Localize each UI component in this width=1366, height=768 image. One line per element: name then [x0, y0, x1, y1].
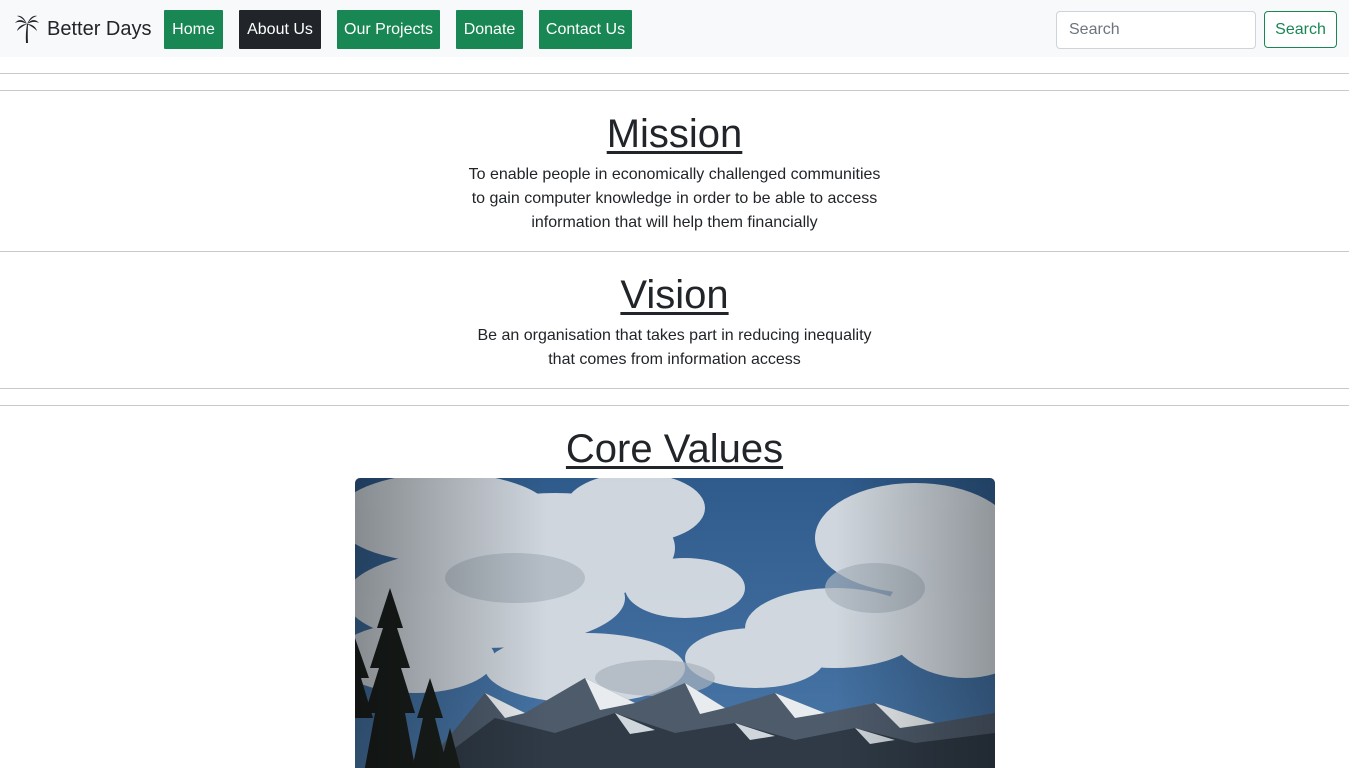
vision-line: Be an organisation that takes part in re… — [477, 327, 872, 344]
nav-our-projects-button[interactable]: Our Projects — [337, 10, 440, 49]
mission-line: to gain computer knowledge in order to b… — [471, 190, 878, 207]
core-values-heading: Core Values — [565, 427, 784, 471]
nav-donate-button[interactable]: Donate — [456, 10, 523, 49]
mission-line: information that will help them financia… — [531, 214, 818, 231]
vision-line: that comes from information access — [548, 351, 801, 368]
palm-tree-icon — [15, 15, 39, 43]
vision-text: Be an organisation that takes part in re… — [0, 324, 1349, 372]
divider — [0, 90, 1349, 91]
navbar: Better Days Home About Us Our Projects D… — [0, 0, 1349, 57]
search-button[interactable]: Search — [1264, 11, 1337, 48]
mission-text: To enable people in economically challen… — [0, 163, 1349, 235]
brand-name: Better Days — [47, 17, 152, 40]
vision-heading: Vision — [620, 273, 729, 317]
page: Better Days Home About Us Our Projects D… — [0, 0, 1349, 768]
nav-about-us-button[interactable]: About Us — [239, 10, 321, 49]
mission-heading: Mission — [606, 112, 743, 156]
search-input[interactable] — [1056, 11, 1256, 49]
brand-link[interactable]: Better Days — [14, 14, 151, 44]
mountain-landscape-image — [355, 478, 995, 768]
divider — [0, 73, 1349, 74]
divider — [0, 405, 1349, 406]
nav-contact-us-button[interactable]: Contact Us — [539, 10, 632, 49]
nav-home-button[interactable]: Home — [164, 10, 223, 49]
divider — [0, 251, 1349, 252]
mission-line: To enable people in economically challen… — [468, 166, 881, 183]
divider — [0, 388, 1349, 389]
